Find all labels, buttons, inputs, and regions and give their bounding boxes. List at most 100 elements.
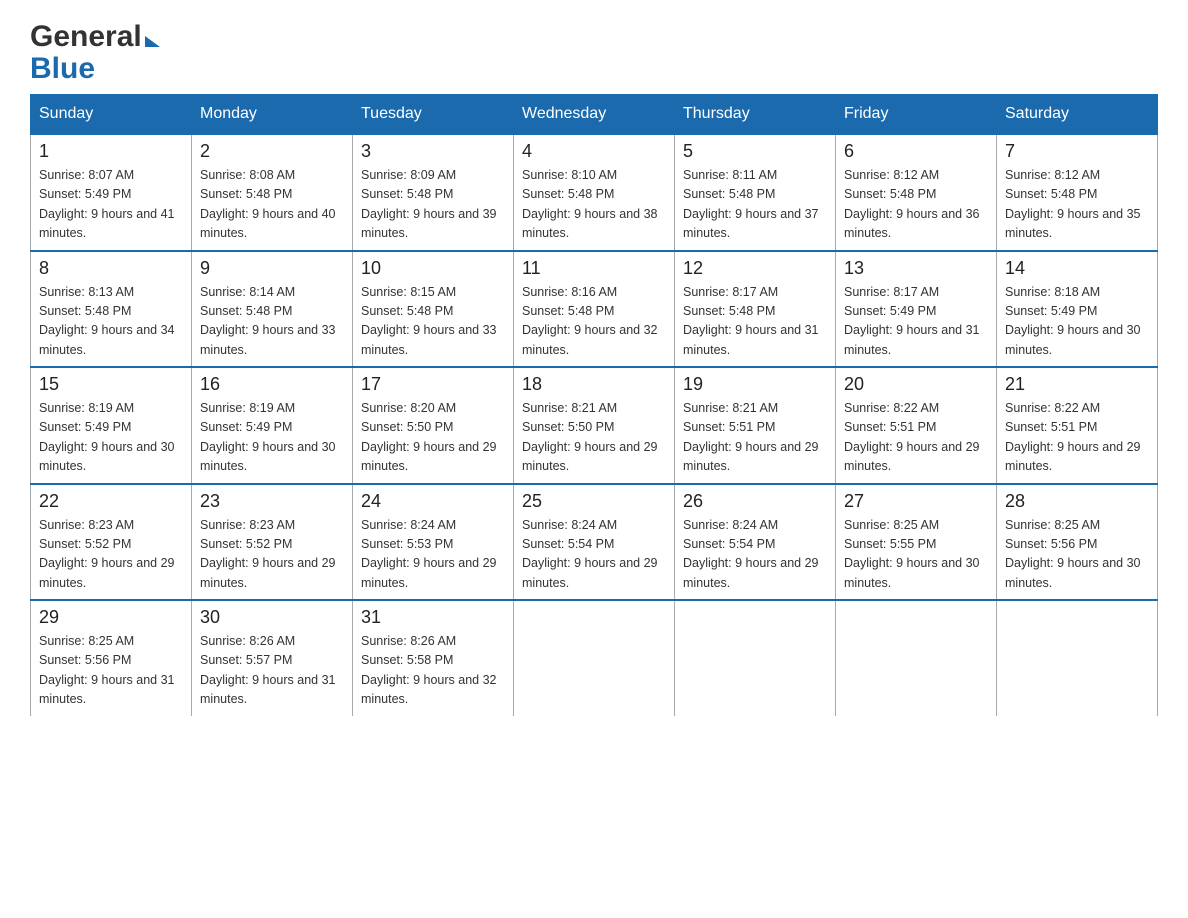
day-number: 18 (522, 374, 666, 395)
day-number: 21 (1005, 374, 1149, 395)
calendar-cell: 21 Sunrise: 8:22 AMSunset: 5:51 PMDaylig… (997, 367, 1158, 484)
day-number: 30 (200, 607, 344, 628)
day-info: Sunrise: 8:09 AMSunset: 5:48 PMDaylight:… (361, 166, 505, 244)
calendar-cell: 22 Sunrise: 8:23 AMSunset: 5:52 PMDaylig… (31, 484, 192, 601)
weekday-header-thursday: Thursday (675, 95, 836, 135)
day-number: 20 (844, 374, 988, 395)
day-number: 1 (39, 141, 183, 162)
day-info: Sunrise: 8:11 AMSunset: 5:48 PMDaylight:… (683, 166, 827, 244)
calendar-cell (675, 600, 836, 716)
day-info: Sunrise: 8:13 AMSunset: 5:48 PMDaylight:… (39, 283, 183, 361)
calendar-cell: 24 Sunrise: 8:24 AMSunset: 5:53 PMDaylig… (353, 484, 514, 601)
logo-blue-text: Blue (30, 54, 95, 84)
weekday-header-tuesday: Tuesday (353, 95, 514, 135)
day-number: 4 (522, 141, 666, 162)
weekday-header-saturday: Saturday (997, 95, 1158, 135)
weekday-header-friday: Friday (836, 95, 997, 135)
logo-general-text: General (30, 20, 160, 54)
calendar-cell: 7 Sunrise: 8:12 AMSunset: 5:48 PMDayligh… (997, 134, 1158, 251)
day-info: Sunrise: 8:24 AMSunset: 5:54 PMDaylight:… (683, 516, 827, 594)
calendar-cell: 20 Sunrise: 8:22 AMSunset: 5:51 PMDaylig… (836, 367, 997, 484)
calendar-cell: 15 Sunrise: 8:19 AMSunset: 5:49 PMDaylig… (31, 367, 192, 484)
calendar-cell: 8 Sunrise: 8:13 AMSunset: 5:48 PMDayligh… (31, 251, 192, 368)
calendar-cell: 17 Sunrise: 8:20 AMSunset: 5:50 PMDaylig… (353, 367, 514, 484)
day-info: Sunrise: 8:15 AMSunset: 5:48 PMDaylight:… (361, 283, 505, 361)
day-info: Sunrise: 8:22 AMSunset: 5:51 PMDaylight:… (844, 399, 988, 477)
day-number: 31 (361, 607, 505, 628)
calendar-cell (997, 600, 1158, 716)
day-number: 13 (844, 258, 988, 279)
day-number: 6 (844, 141, 988, 162)
calendar-cell: 9 Sunrise: 8:14 AMSunset: 5:48 PMDayligh… (192, 251, 353, 368)
day-info: Sunrise: 8:17 AMSunset: 5:48 PMDaylight:… (683, 283, 827, 361)
calendar-cell: 29 Sunrise: 8:25 AMSunset: 5:56 PMDaylig… (31, 600, 192, 716)
day-number: 19 (683, 374, 827, 395)
day-info: Sunrise: 8:25 AMSunset: 5:55 PMDaylight:… (844, 516, 988, 594)
calendar-week-5: 29 Sunrise: 8:25 AMSunset: 5:56 PMDaylig… (31, 600, 1158, 716)
calendar-week-2: 8 Sunrise: 8:13 AMSunset: 5:48 PMDayligh… (31, 251, 1158, 368)
day-info: Sunrise: 8:18 AMSunset: 5:49 PMDaylight:… (1005, 283, 1149, 361)
day-info: Sunrise: 8:25 AMSunset: 5:56 PMDaylight:… (39, 632, 183, 710)
calendar-cell: 10 Sunrise: 8:15 AMSunset: 5:48 PMDaylig… (353, 251, 514, 368)
calendar-cell: 6 Sunrise: 8:12 AMSunset: 5:48 PMDayligh… (836, 134, 997, 251)
day-number: 9 (200, 258, 344, 279)
calendar-cell: 30 Sunrise: 8:26 AMSunset: 5:57 PMDaylig… (192, 600, 353, 716)
weekday-header-wednesday: Wednesday (514, 95, 675, 135)
weekday-header-sunday: Sunday (31, 95, 192, 135)
page-header: General Blue (30, 20, 1158, 84)
calendar-cell: 3 Sunrise: 8:09 AMSunset: 5:48 PMDayligh… (353, 134, 514, 251)
day-number: 3 (361, 141, 505, 162)
day-info: Sunrise: 8:24 AMSunset: 5:53 PMDaylight:… (361, 516, 505, 594)
day-info: Sunrise: 8:26 AMSunset: 5:57 PMDaylight:… (200, 632, 344, 710)
calendar-week-1: 1 Sunrise: 8:07 AMSunset: 5:49 PMDayligh… (31, 134, 1158, 251)
day-number: 29 (39, 607, 183, 628)
day-number: 12 (683, 258, 827, 279)
day-number: 16 (200, 374, 344, 395)
day-info: Sunrise: 8:26 AMSunset: 5:58 PMDaylight:… (361, 632, 505, 710)
calendar-cell: 11 Sunrise: 8:16 AMSunset: 5:48 PMDaylig… (514, 251, 675, 368)
day-info: Sunrise: 8:23 AMSunset: 5:52 PMDaylight:… (39, 516, 183, 594)
calendar-cell (836, 600, 997, 716)
day-info: Sunrise: 8:22 AMSunset: 5:51 PMDaylight:… (1005, 399, 1149, 477)
day-info: Sunrise: 8:16 AMSunset: 5:48 PMDaylight:… (522, 283, 666, 361)
calendar-cell: 5 Sunrise: 8:11 AMSunset: 5:48 PMDayligh… (675, 134, 836, 251)
day-number: 28 (1005, 491, 1149, 512)
weekday-header-row: SundayMondayTuesdayWednesdayThursdayFrid… (31, 95, 1158, 135)
calendar-cell: 4 Sunrise: 8:10 AMSunset: 5:48 PMDayligh… (514, 134, 675, 251)
logo-triangle-icon (145, 36, 160, 47)
day-number: 15 (39, 374, 183, 395)
weekday-header-monday: Monday (192, 95, 353, 135)
day-info: Sunrise: 8:12 AMSunset: 5:48 PMDaylight:… (1005, 166, 1149, 244)
calendar-cell: 28 Sunrise: 8:25 AMSunset: 5:56 PMDaylig… (997, 484, 1158, 601)
day-number: 8 (39, 258, 183, 279)
calendar-cell: 12 Sunrise: 8:17 AMSunset: 5:48 PMDaylig… (675, 251, 836, 368)
day-info: Sunrise: 8:23 AMSunset: 5:52 PMDaylight:… (200, 516, 344, 594)
day-number: 5 (683, 141, 827, 162)
day-number: 2 (200, 141, 344, 162)
calendar-week-4: 22 Sunrise: 8:23 AMSunset: 5:52 PMDaylig… (31, 484, 1158, 601)
day-info: Sunrise: 8:07 AMSunset: 5:49 PMDaylight:… (39, 166, 183, 244)
day-number: 11 (522, 258, 666, 279)
day-number: 23 (200, 491, 344, 512)
day-info: Sunrise: 8:14 AMSunset: 5:48 PMDaylight:… (200, 283, 344, 361)
day-info: Sunrise: 8:24 AMSunset: 5:54 PMDaylight:… (522, 516, 666, 594)
day-info: Sunrise: 8:19 AMSunset: 5:49 PMDaylight:… (200, 399, 344, 477)
day-info: Sunrise: 8:21 AMSunset: 5:50 PMDaylight:… (522, 399, 666, 477)
calendar-cell: 16 Sunrise: 8:19 AMSunset: 5:49 PMDaylig… (192, 367, 353, 484)
day-info: Sunrise: 8:25 AMSunset: 5:56 PMDaylight:… (1005, 516, 1149, 594)
calendar-cell: 23 Sunrise: 8:23 AMSunset: 5:52 PMDaylig… (192, 484, 353, 601)
day-info: Sunrise: 8:19 AMSunset: 5:49 PMDaylight:… (39, 399, 183, 477)
day-number: 14 (1005, 258, 1149, 279)
day-number: 25 (522, 491, 666, 512)
logo: General Blue (30, 20, 160, 84)
calendar-cell: 2 Sunrise: 8:08 AMSunset: 5:48 PMDayligh… (192, 134, 353, 251)
day-info: Sunrise: 8:21 AMSunset: 5:51 PMDaylight:… (683, 399, 827, 477)
day-number: 22 (39, 491, 183, 512)
calendar-cell: 25 Sunrise: 8:24 AMSunset: 5:54 PMDaylig… (514, 484, 675, 601)
day-number: 24 (361, 491, 505, 512)
calendar-week-3: 15 Sunrise: 8:19 AMSunset: 5:49 PMDaylig… (31, 367, 1158, 484)
calendar-cell: 1 Sunrise: 8:07 AMSunset: 5:49 PMDayligh… (31, 134, 192, 251)
day-number: 26 (683, 491, 827, 512)
day-info: Sunrise: 8:12 AMSunset: 5:48 PMDaylight:… (844, 166, 988, 244)
calendar-cell (514, 600, 675, 716)
